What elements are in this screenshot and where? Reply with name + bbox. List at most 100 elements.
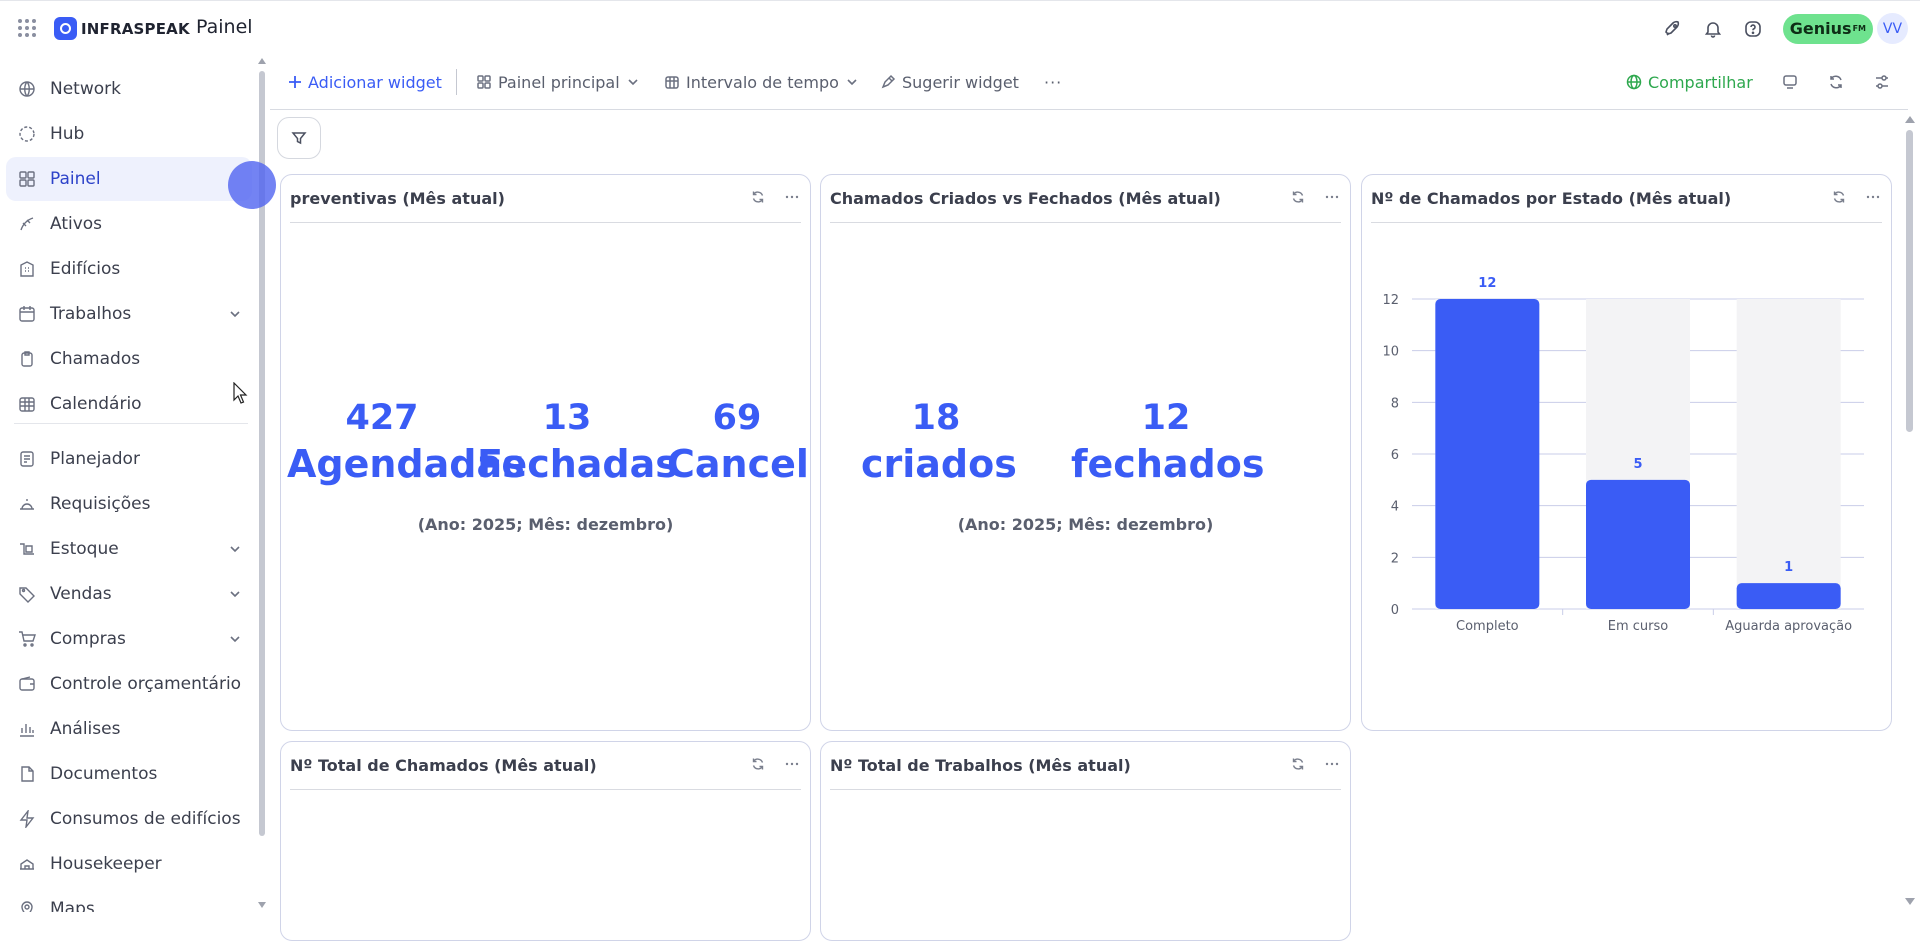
sidebar-item-label: Housekeeper bbox=[50, 854, 162, 874]
sidebar-item-label: Edifícios bbox=[50, 259, 121, 279]
dashboard-toolbar: Adicionar widget Painel principal Interv… bbox=[270, 62, 1915, 102]
widget-title: Nº Total de Trabalhos (Mês atual) bbox=[830, 756, 1131, 775]
rocket-icon[interactable] bbox=[1653, 14, 1693, 44]
sidebar-item-label: Consumos de edifícios bbox=[50, 809, 241, 829]
sidebar-item-hub[interactable]: Hub bbox=[6, 112, 252, 156]
widget-actions bbox=[1290, 756, 1340, 776]
refresh-icon[interactable] bbox=[750, 189, 766, 209]
main-scroll-up-arrow[interactable] bbox=[1905, 116, 1915, 123]
sidebar-item-documentos[interactable]: Documentos bbox=[6, 752, 252, 796]
chevron-down-icon[interactable] bbox=[228, 631, 242, 650]
filter-icon bbox=[291, 132, 307, 145]
x-tick-label: Completo bbox=[1456, 619, 1519, 634]
more-icon[interactable] bbox=[1324, 756, 1340, 776]
user-avatar[interactable]: VV bbox=[1877, 13, 1908, 44]
sidebar-item-label: Maps bbox=[50, 899, 95, 912]
sidebar-item-network[interactable]: Network bbox=[6, 67, 252, 111]
tv-mode-icon[interactable] bbox=[1776, 68, 1804, 96]
widget-actions bbox=[750, 189, 800, 209]
sidebar-item-label: Análises bbox=[50, 719, 121, 739]
refresh-icon[interactable] bbox=[1831, 189, 1847, 209]
sidebar-item-chamados[interactable]: Chamados bbox=[6, 337, 252, 381]
more-icon[interactable] bbox=[784, 189, 800, 209]
more-icon[interactable] bbox=[784, 756, 800, 776]
share-label: Compartilhar bbox=[1648, 72, 1753, 92]
toolbar-divider bbox=[456, 69, 457, 95]
refresh-icon[interactable] bbox=[1290, 756, 1306, 776]
widget-title: Chamados Criados vs Fechados (Mês atual) bbox=[830, 189, 1221, 208]
genius-badge[interactable]: Genius FM bbox=[1782, 13, 1873, 44]
sidebar-item-edif-cios[interactable]: Edifícios bbox=[6, 247, 252, 291]
main-scrollbar[interactable] bbox=[1906, 130, 1913, 432]
sidebar-item-label: Hub bbox=[50, 124, 85, 144]
suggest-widget-button[interactable]: Sugerir widget bbox=[880, 62, 1019, 102]
settings-sliders-icon[interactable] bbox=[1868, 68, 1896, 96]
top-bar: INFRASPEAK Painel Genius FM VV bbox=[0, 0, 1920, 55]
sidebar-item-requisi-es[interactable]: Requisições bbox=[6, 482, 252, 526]
sidebar-item-an-lises[interactable]: Análises bbox=[6, 707, 252, 751]
sidebar-item-housekeeper[interactable]: Housekeeper bbox=[6, 842, 252, 886]
refresh-icon[interactable] bbox=[1822, 68, 1850, 96]
more-icon[interactable] bbox=[1324, 189, 1340, 209]
bar-chart: 0 2 4 6 8 10 12 12 Completo 5 Em curso 1 Aguarda apr… bbox=[1382, 276, 1864, 634]
sidebar-item-controle-or-ament-rio[interactable]: Controle orçamentário bbox=[6, 662, 252, 706]
sidebar-item-calend-rio[interactable]: Calendário bbox=[6, 382, 252, 426]
refresh-icon[interactable] bbox=[750, 756, 766, 776]
add-widget-label: Adicionar widget bbox=[308, 72, 442, 92]
add-widget-button[interactable]: Adicionar widget bbox=[288, 62, 442, 102]
more-icon[interactable] bbox=[1865, 189, 1881, 209]
plus-icon bbox=[289, 76, 301, 88]
widget-title: preventivas (Mês atual) bbox=[290, 189, 505, 208]
refresh-icon[interactable] bbox=[1290, 189, 1306, 209]
time-interval-button[interactable]: Intervalo de tempo bbox=[664, 62, 859, 102]
sidebar-item-label: Trabalhos bbox=[50, 304, 132, 324]
widget-title: Nº de Chamados por Estado (Mês atual) bbox=[1371, 189, 1732, 208]
sidebar-item-vendas[interactable]: Vendas bbox=[6, 572, 252, 616]
kpi-criados[interactable]: 18 criados bbox=[861, 395, 1017, 487]
lightning-icon bbox=[18, 810, 36, 828]
suggest-widget-label: Sugerir widget bbox=[902, 72, 1019, 92]
sidebar-item-label: Ativos bbox=[50, 214, 103, 234]
kpi-label: criados bbox=[861, 442, 1017, 486]
click-indicator bbox=[228, 161, 276, 209]
kpi-label: Fechadas bbox=[477, 442, 678, 486]
kpi-label: fechados bbox=[1071, 442, 1265, 486]
mouse-pointer-icon bbox=[233, 382, 248, 404]
sidebar-scroll-down-arrow[interactable] bbox=[258, 902, 266, 908]
dashboard-select-button[interactable]: Painel principal bbox=[476, 62, 640, 102]
kpi-fechados[interactable]: 12 fechados bbox=[1071, 395, 1265, 487]
sidebar-item-planejador[interactable]: Planejador bbox=[6, 437, 252, 481]
sidebar-item-estoque[interactable]: Estoque bbox=[6, 527, 252, 571]
sidebar-item-ativos[interactable]: Ativos bbox=[6, 202, 252, 246]
kpi-canceladas[interactable]: 69 Cancelad bbox=[659, 395, 809, 487]
main-scroll-down-arrow[interactable] bbox=[1905, 898, 1915, 905]
sidebar-item-maps[interactable]: Maps bbox=[6, 887, 252, 912]
sidebar-item-trabalhos[interactable]: Trabalhos bbox=[6, 292, 252, 336]
genius-label: Genius bbox=[1789, 19, 1852, 38]
sidebar-item-consumos-de-edif-cios[interactable]: Consumos de edifícios bbox=[6, 797, 252, 841]
chevron-down-icon[interactable] bbox=[228, 306, 242, 325]
kpi-value: 427 bbox=[345, 398, 419, 438]
help-icon[interactable] bbox=[1733, 14, 1773, 44]
y-tick-label: 8 bbox=[1391, 396, 1399, 411]
sidebar-item-painel[interactable]: Painel bbox=[6, 157, 252, 201]
share-button[interactable]: Compartilhar bbox=[1626, 62, 1753, 102]
filter-button[interactable] bbox=[277, 117, 321, 159]
apps-grid-icon[interactable] bbox=[18, 19, 36, 37]
chevron-down-icon[interactable] bbox=[228, 586, 242, 605]
kpi-fechadas[interactable]: 13 Fechadas bbox=[477, 395, 678, 487]
sidebar-scroll-up-arrow[interactable] bbox=[258, 58, 266, 64]
y-tick-label: 10 bbox=[1382, 345, 1399, 360]
widget-total-chamados: Nº Total de Chamados (Mês atual) bbox=[280, 741, 811, 941]
sidebar-item-label: Documentos bbox=[50, 764, 158, 784]
kpi-agendadas[interactable]: 427 Agendadas bbox=[287, 395, 525, 487]
sidebar-item-compras[interactable]: Compras bbox=[6, 617, 252, 661]
widget-actions bbox=[750, 756, 800, 776]
chevron-down-icon[interactable] bbox=[228, 541, 242, 560]
bell-icon[interactable] bbox=[1693, 14, 1733, 44]
building-icon bbox=[18, 260, 36, 278]
page-title: Painel bbox=[196, 16, 253, 38]
brand-logo[interactable]: INFRASPEAK bbox=[54, 17, 190, 40]
x-tick-label: Aguarda aprovação bbox=[1725, 619, 1852, 634]
more-options-button[interactable]: ··· bbox=[1044, 62, 1062, 102]
